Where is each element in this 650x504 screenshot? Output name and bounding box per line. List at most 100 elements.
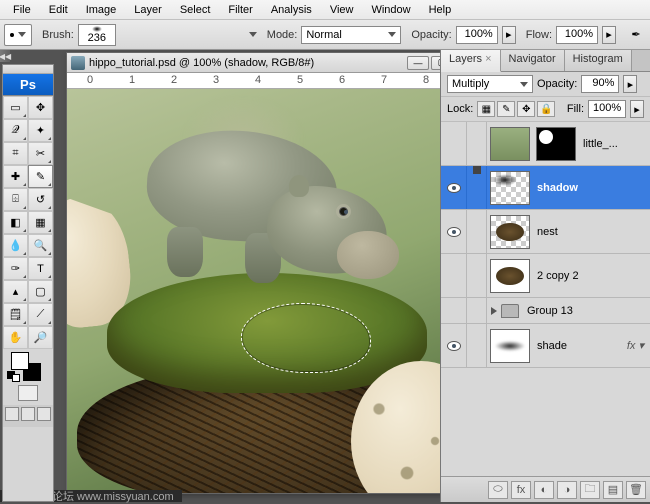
layer-row[interactable]: little_... [441, 122, 650, 166]
opacity-input[interactable]: 100% [456, 26, 498, 44]
blur-tool[interactable]: 💧 [3, 234, 28, 257]
menu-help[interactable]: Help [420, 2, 461, 18]
delete-layer-icon[interactable]: 🗑 [626, 481, 646, 499]
layer-fx-badge[interactable]: fx ▾ [627, 339, 644, 352]
menu-analysis[interactable]: Analysis [262, 2, 321, 18]
layer-opacity-input[interactable]: 90% [581, 75, 619, 93]
menu-filter[interactable]: Filter [219, 2, 261, 18]
tool-preset-picker[interactable] [4, 24, 32, 46]
visibility-toggle[interactable] [441, 298, 467, 323]
history-brush-tool[interactable]: ↺ [28, 188, 53, 211]
foreground-color[interactable] [11, 352, 29, 370]
disclosure-triangle-icon[interactable] [491, 307, 497, 315]
lock-pixels-icon[interactable]: ✎ [497, 101, 515, 117]
fill-flyout[interactable]: ▸ [630, 100, 644, 118]
airbrush-icon[interactable]: ✒ [626, 25, 646, 45]
link-cell[interactable] [467, 210, 487, 253]
eyedropper-tool[interactable]: ⟋ [28, 303, 53, 326]
brush-tool[interactable]: ✎ [28, 165, 53, 188]
link-cell[interactable] [467, 324, 487, 367]
document-titlebar[interactable]: hippo_tutorial.psd @ 100% (shadow, RGB/8… [67, 53, 481, 73]
link-cell[interactable] [467, 166, 487, 209]
dodge-tool[interactable]: 🔍 [28, 234, 53, 257]
tab-navigator[interactable]: Navigator [501, 50, 565, 71]
lock-position-icon[interactable]: ✥ [517, 101, 535, 117]
notes-tool[interactable]: 🗒 [3, 303, 28, 326]
panel-collapse-toggle[interactable]: ◀◀ [0, 50, 10, 62]
visibility-toggle[interactable] [441, 254, 467, 297]
link-cell[interactable] [467, 298, 487, 323]
layer-thumb[interactable] [490, 127, 530, 161]
layer-thumb[interactable] [490, 329, 530, 363]
link-layers-icon[interactable]: ⬭ [488, 481, 508, 499]
slice-tool[interactable]: ✂ [28, 142, 53, 165]
menu-window[interactable]: Window [362, 2, 419, 18]
fill-input[interactable]: 100% [588, 100, 626, 118]
tab-histogram[interactable]: Histogram [565, 50, 632, 71]
quick-mask-toggle[interactable] [3, 383, 53, 405]
layer-row[interactable]: 2 copy 2 [441, 254, 650, 298]
eraser-tool[interactable]: ◧ [3, 211, 28, 234]
flow-input[interactable]: 100% [556, 26, 598, 44]
layer-name[interactable]: 2 copy 2 [533, 270, 650, 282]
layer-group-row[interactable]: Group 13 [441, 298, 650, 324]
layer-thumb[interactable] [490, 259, 530, 293]
opacity-flyout[interactable]: ▸ [502, 26, 516, 44]
screen-mode-switcher[interactable] [3, 405, 53, 427]
layer-mask-icon[interactable]: ◐ [534, 481, 554, 499]
minimize-button[interactable]: — [407, 56, 429, 70]
magic-wand-tool[interactable]: ✦ [28, 119, 53, 142]
flow-flyout[interactable]: ▸ [602, 26, 616, 44]
crop-tool[interactable]: ⌗ [3, 142, 28, 165]
marquee-tool[interactable]: ▭ [3, 96, 28, 119]
clone-stamp-tool[interactable]: ⌹ [3, 188, 28, 211]
zoom-tool[interactable]: 🔎 [28, 326, 53, 349]
pen-tool[interactable]: ✑ [3, 257, 28, 280]
shape-tool[interactable]: ▢ [28, 280, 53, 303]
move-tool[interactable]: ✥ [28, 96, 53, 119]
layer-name[interactable]: nest [533, 226, 650, 238]
blend-mode-dropdown[interactable]: Normal [301, 26, 401, 44]
menu-select[interactable]: Select [171, 2, 220, 18]
tab-layers[interactable]: Layers × [441, 50, 501, 72]
new-layer-icon[interactable]: ▤ [603, 481, 623, 499]
layer-thumb[interactable] [490, 215, 530, 249]
layer-name[interactable]: shadow [533, 182, 650, 194]
layer-opacity-flyout[interactable]: ▸ [623, 75, 637, 93]
link-cell[interactable] [467, 254, 487, 297]
layer-name[interactable]: little_... [579, 138, 650, 150]
visibility-toggle[interactable] [441, 210, 467, 253]
layer-blend-mode-dropdown[interactable]: Multiply [447, 75, 533, 93]
menu-image[interactable]: Image [77, 2, 126, 18]
adjustment-layer-icon[interactable]: ◑ [557, 481, 577, 499]
menu-edit[interactable]: Edit [40, 2, 77, 18]
path-select-tool[interactable]: ▴ [3, 280, 28, 303]
lock-transparency-icon[interactable]: ▦ [477, 101, 495, 117]
type-tool[interactable]: T [28, 257, 53, 280]
menu-layer[interactable]: Layer [125, 2, 171, 18]
hand-tool[interactable]: ✋ [3, 326, 28, 349]
layer-name[interactable]: shade [533, 340, 627, 352]
layer-list[interactable]: little_... shadow nest 2 copy 2 [441, 122, 650, 476]
gradient-tool[interactable]: ▦ [28, 211, 53, 234]
layer-style-icon[interactable]: fx [511, 481, 531, 499]
layer-name[interactable]: Group 13 [523, 305, 650, 317]
visibility-toggle[interactable] [441, 122, 467, 165]
visibility-toggle[interactable] [441, 324, 467, 367]
new-group-icon[interactable]: 🗀 [580, 481, 600, 499]
healing-brush-tool[interactable]: ✚ [3, 165, 28, 188]
layer-row[interactable]: shadow [441, 166, 650, 210]
lock-all-icon[interactable]: 🔒 [537, 101, 555, 117]
menu-file[interactable]: File [4, 2, 40, 18]
layer-row[interactable]: nest [441, 210, 650, 254]
toolbox-grip[interactable] [3, 65, 53, 74]
layer-row[interactable]: shade fx ▾ [441, 324, 650, 368]
ruler-horizontal[interactable]: 0 1 2 3 4 5 6 7 8 9 [67, 73, 481, 89]
visibility-toggle[interactable] [441, 166, 467, 209]
layer-mask-thumb[interactable] [536, 127, 576, 161]
link-cell[interactable] [467, 122, 487, 165]
layer-thumb[interactable] [490, 171, 530, 205]
menu-view[interactable]: View [321, 2, 363, 18]
brush-picker[interactable]: 236 [78, 24, 116, 46]
canvas[interactable] [67, 89, 481, 493]
